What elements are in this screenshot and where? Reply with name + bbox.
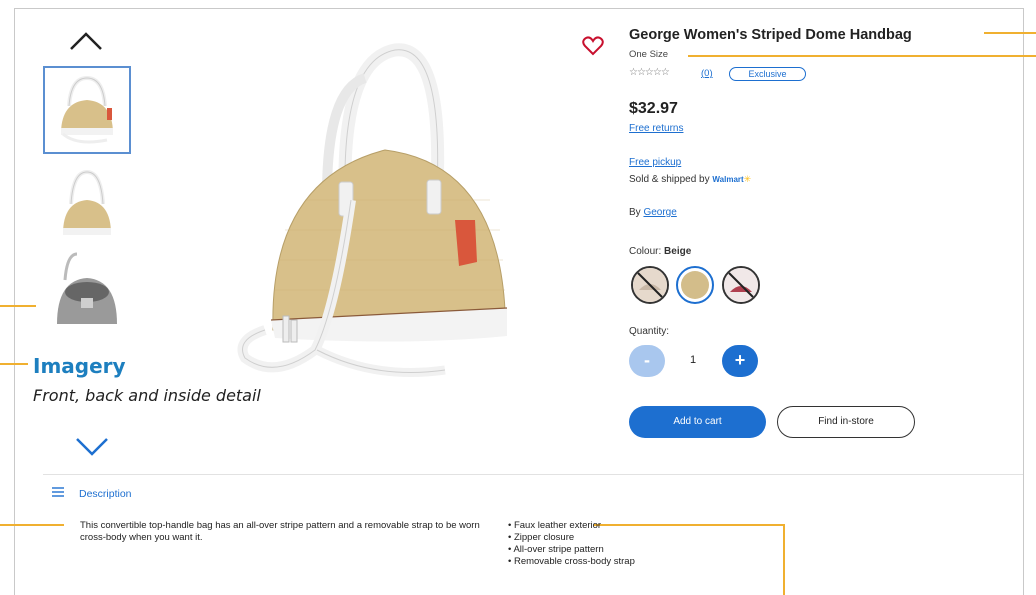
feature-list: • Faux leather exterior • Zipper closure… [508,520,635,568]
thumbnail-front[interactable] [43,66,131,154]
rating-stars-icon: ☆☆☆☆☆ [629,67,670,78]
description-heading[interactable]: Description [79,488,132,500]
free-pickup-link[interactable]: Free pickup [629,157,681,168]
annotation-line-features-v [783,524,785,595]
colour-swatch-3[interactable] [722,266,760,304]
feature-item: • Removable cross-body strap [508,556,635,567]
product-title: George Women's Striped Dome Handbag [629,27,912,43]
description-body: This convertible top-handle bag has an a… [80,520,480,543]
sold-by-prefix: Sold & shipped by [629,174,710,185]
handbag-thumbnail-image [61,75,113,144]
favorite-heart-icon[interactable] [582,36,604,56]
colour-swatch-1[interactable] [631,266,669,304]
quantity-decrease-button[interactable]: - [629,345,665,377]
section-divider [43,474,1023,475]
free-returns-link[interactable]: Free returns [629,123,683,134]
find-in-store-button[interactable]: Find in-store [777,406,915,438]
thumbnail-inside[interactable] [43,250,131,324]
review-count-link[interactable]: (0) [701,68,713,79]
annotation-line-imagery [0,305,36,307]
product-size: One Size [629,49,669,60]
handbag-back-thumbnail-image [63,169,111,235]
chevron-down-icon[interactable] [74,436,110,458]
annotation-title: Imagery [33,354,126,378]
quantity-value[interactable]: 1 [690,354,696,366]
swatch-beige-icon [681,271,709,299]
chevron-up-icon[interactable] [68,30,104,52]
annotation-line-size [688,55,1036,57]
annotation-line-title [984,32,1036,34]
list-icon [52,487,64,497]
exclusive-badge: Exclusive [729,67,806,81]
swatch-unavailable-icon [724,268,758,302]
quantity-increase-button[interactable]: + [722,345,758,377]
handbag-inside-thumbnail-image [57,252,117,324]
quantity-label: Quantity: [629,326,670,337]
thumbnail-back[interactable] [43,160,131,248]
product-price: $32.97 [629,100,678,117]
feature-item: • Zipper closure [508,532,575,543]
walmart-logo: Walmart [712,175,744,184]
brand-link[interactable]: George [643,207,676,218]
colour-label-line: Colour: Beige [629,246,691,257]
colour-swatch-beige-selected[interactable] [676,266,714,304]
annotation-line-imagery-title [0,363,28,365]
brand-prefix: By [629,207,641,218]
add-to-cart-button[interactable]: Add to cart [629,406,766,438]
main-product-image [237,43,508,377]
swatch-unavailable-icon [633,268,667,302]
feature-item: • Faux leather exterior [508,520,602,531]
sold-by-line: Sold & shipped by Walmart✳ [629,174,751,185]
brand-line: By George [629,207,677,218]
feature-item: • All-over stripe pattern [508,544,604,555]
colour-value: Beige [664,246,692,257]
annotation-line-description [0,524,64,526]
colour-label: Colour: [629,246,662,257]
walmart-spark-icon: ✳ [743,174,752,184]
annotation-subtitle: Front, back and inside detail [33,386,261,405]
